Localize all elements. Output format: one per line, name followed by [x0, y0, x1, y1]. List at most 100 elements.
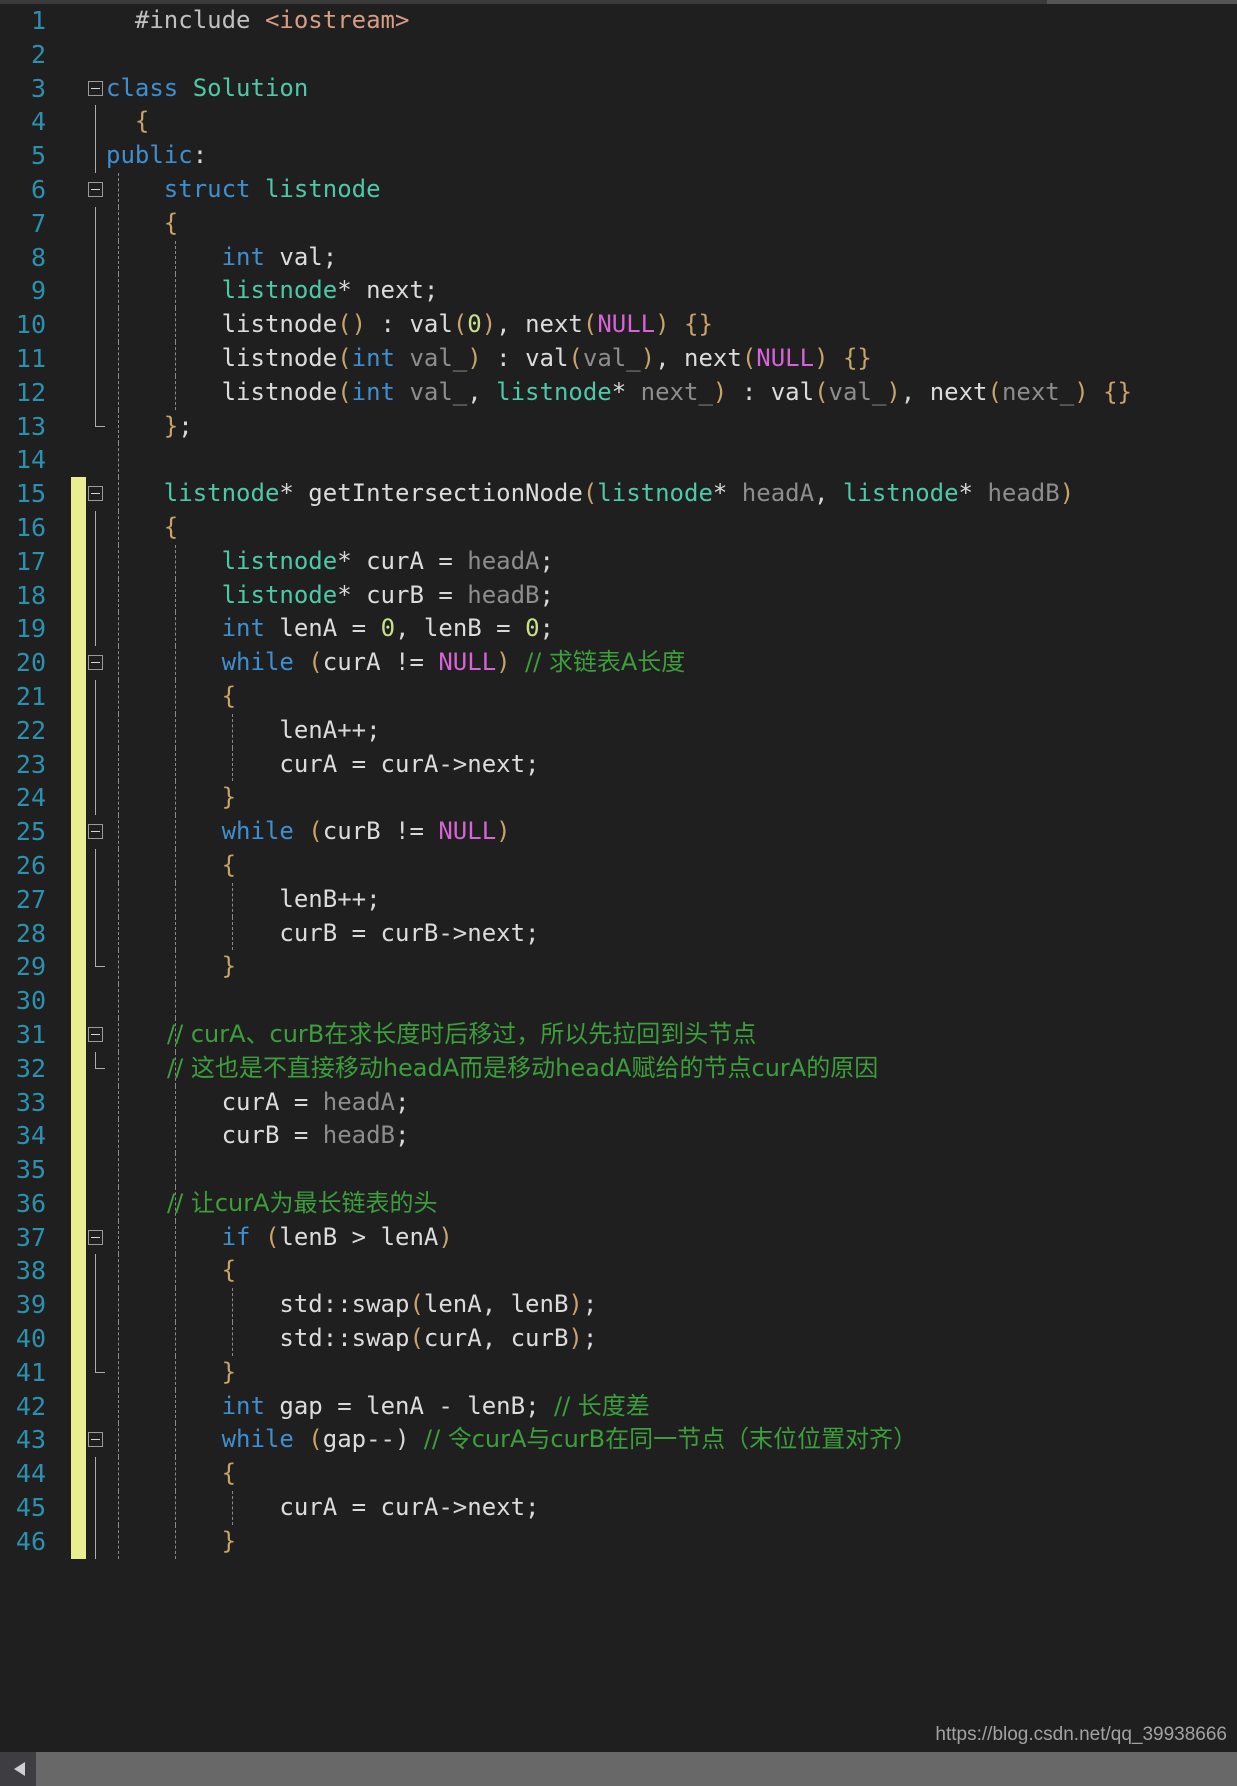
- code-line[interactable]: 34 curB = headB;: [0, 1119, 1237, 1154]
- fold-collapse-icon[interactable]: [88, 655, 103, 671]
- code-line[interactable]: 11 listnode(int val_) : val(val_), next(…: [0, 341, 1237, 376]
- line-content: curA = curA->next;: [106, 1493, 540, 1522]
- code-line[interactable]: 30: [0, 984, 1237, 1018]
- code-line[interactable]: 40 std::swap(curA, curB);: [0, 1322, 1237, 1356]
- code-line[interactable]: 20 while (curA != NULL) // 求链表A长度: [0, 646, 1237, 680]
- line-content: listnode(int val_, listnode* next_) : va…: [106, 377, 1132, 406]
- horizontal-scrollbar-thumb[interactable]: [36, 1752, 1237, 1786]
- code-line[interactable]: 4 {: [0, 105, 1237, 140]
- line-number: 25: [15, 817, 46, 847]
- horizontal-scrollbar[interactable]: [0, 1752, 1237, 1786]
- code-line[interactable]: 44 {: [0, 1457, 1237, 1492]
- modified-line-marker: [71, 612, 86, 647]
- line-number: 32: [15, 1053, 46, 1083]
- line-content: curA = curA->next;: [106, 749, 540, 778]
- fold-guide-line: [95, 544, 96, 579]
- code-line[interactable]: 45 curA = curA->next;: [0, 1491, 1237, 1525]
- line-number: 7: [30, 208, 46, 238]
- code-line[interactable]: 27 lenB++;: [0, 882, 1237, 917]
- line-number: 14: [15, 445, 46, 475]
- line-content: listnode() : val(0), next(NULL) {}: [106, 310, 713, 339]
- code-line[interactable]: 2: [0, 38, 1237, 72]
- code-line[interactable]: 28 curB = curB->next;: [0, 916, 1237, 951]
- code-line[interactable]: 37 if (lenB > lenA): [0, 1220, 1237, 1255]
- fold-guide-line: [175, 984, 176, 1018]
- code-line[interactable]: 46 }: [0, 1524, 1237, 1559]
- modified-line-marker: [71, 882, 86, 917]
- modified-line-marker: [71, 1322, 86, 1356]
- code-editor: 1 #include <iostream> 2 3 class Solution…: [0, 0, 1237, 1786]
- code-line[interactable]: 15 listnode* getIntersectionNode(listnod…: [0, 477, 1237, 511]
- watermark-url: https://blog.csdn.net/qq_39938666: [935, 1724, 1227, 1745]
- line-content: while (curB != NULL): [106, 817, 511, 846]
- modified-line-marker: [71, 1457, 86, 1492]
- code-line[interactable]: 13 };: [0, 409, 1237, 444]
- fold-collapse-icon[interactable]: [88, 486, 103, 502]
- code-line[interactable]: 1 #include <iostream>: [0, 4, 1237, 38]
- line-content: std::swap(lenA, lenB);: [106, 1290, 598, 1319]
- code-line[interactable]: 8 int val;: [0, 240, 1237, 275]
- code-line[interactable]: 38 {: [0, 1254, 1237, 1289]
- code-line[interactable]: 43 while (gap--) // 令curA与curB在同一节点（末位位置…: [0, 1423, 1237, 1458]
- code-line[interactable]: 26 {: [0, 848, 1237, 883]
- code-line[interactable]: 33 curA = headA;: [0, 1085, 1237, 1120]
- line-content: }: [106, 1526, 237, 1555]
- code-line[interactable]: 17 listnode* curA = headA;: [0, 544, 1237, 579]
- fold-guide-line: [95, 341, 96, 376]
- code-line[interactable]: 10 listnode() : val(0), next(NULL) {}: [0, 308, 1237, 342]
- code-line[interactable]: 31 // curA、curB在求长度时后移过，所以先拉回到头节点: [0, 1017, 1237, 1052]
- fold-collapse-icon[interactable]: [88, 80, 103, 96]
- fold-collapse-icon[interactable]: [88, 824, 103, 840]
- code-line[interactable]: 18 listnode* curB = headB;: [0, 578, 1237, 613]
- code-line[interactable]: 39 std::swap(lenA, lenB);: [0, 1288, 1237, 1323]
- code-line[interactable]: 14: [0, 443, 1237, 478]
- line-number: 1: [30, 6, 46, 35]
- line-content: curB = headB;: [106, 1121, 410, 1150]
- code-line[interactable]: 29 }: [0, 950, 1237, 985]
- fold-guide-line: [95, 679, 96, 714]
- modified-line-marker: [71, 1153, 86, 1187]
- fold-collapse-icon[interactable]: [88, 1229, 103, 1245]
- line-content: listnode* curB = headB;: [106, 580, 554, 609]
- scroll-left-arrow-icon[interactable]: [6, 1752, 34, 1786]
- line-number: 24: [15, 783, 46, 813]
- code-line[interactable]: 36 // 让curA为最长链表的头: [0, 1186, 1237, 1221]
- line-number: 3: [30, 73, 46, 103]
- code-line[interactable]: 16 {: [0, 510, 1237, 545]
- code-line[interactable]: 41 }: [0, 1355, 1237, 1390]
- line-content: // 让curA为最长链表的头: [106, 1188, 438, 1217]
- line-number: 27: [15, 884, 46, 914]
- fold-guide-line: [95, 747, 96, 782]
- line-content: };: [106, 411, 193, 440]
- code-line[interactable]: 3 class Solution: [0, 72, 1237, 106]
- code-line[interactable]: 19 int lenA = 0, lenB = 0;: [0, 612, 1237, 647]
- modified-line-marker: [71, 916, 86, 951]
- code-line[interactable]: 7 {: [0, 206, 1237, 241]
- modified-line-marker: [71, 781, 86, 816]
- line-number: 18: [15, 580, 46, 610]
- code-line[interactable]: 21 {: [0, 679, 1237, 714]
- code-line[interactable]: 32 // 这也是不直接移动headA而是移动headA赋给的节点curA的原因: [0, 1051, 1237, 1086]
- code-line[interactable]: 25 while (curB != NULL): [0, 815, 1237, 849]
- code-line[interactable]: 42 int gap = lenA - lenB; // 长度差: [0, 1389, 1237, 1424]
- code-line[interactable]: 23 curA = curA->next;: [0, 747, 1237, 782]
- line-number: 43: [15, 1425, 46, 1455]
- line-number: 22: [15, 715, 46, 745]
- line-content: listnode* next;: [106, 276, 439, 305]
- line-content: std::swap(curA, curB);: [106, 1324, 598, 1353]
- code-line[interactable]: 5 public:: [0, 139, 1237, 173]
- code-line[interactable]: 22 lenA++;: [0, 713, 1237, 748]
- code-line[interactable]: 35: [0, 1153, 1237, 1187]
- code-lines-container[interactable]: 1 #include <iostream> 2 3 class Solution…: [0, 4, 1237, 1752]
- fold-collapse-icon[interactable]: [88, 1432, 103, 1448]
- line-content: {: [106, 1256, 237, 1285]
- fold-collapse-icon[interactable]: [88, 1026, 103, 1042]
- modified-line-marker: [71, 1524, 86, 1559]
- code-line[interactable]: 6 struct listnode: [0, 172, 1237, 207]
- fold-guide-line: [95, 1322, 96, 1356]
- line-number: 10: [15, 310, 46, 340]
- code-line[interactable]: 12 listnode(int val_, listnode* next_) :…: [0, 375, 1237, 410]
- code-line[interactable]: 9 listnode* next;: [0, 274, 1237, 309]
- code-line[interactable]: 24 }: [0, 781, 1237, 816]
- fold-collapse-icon[interactable]: [88, 181, 103, 197]
